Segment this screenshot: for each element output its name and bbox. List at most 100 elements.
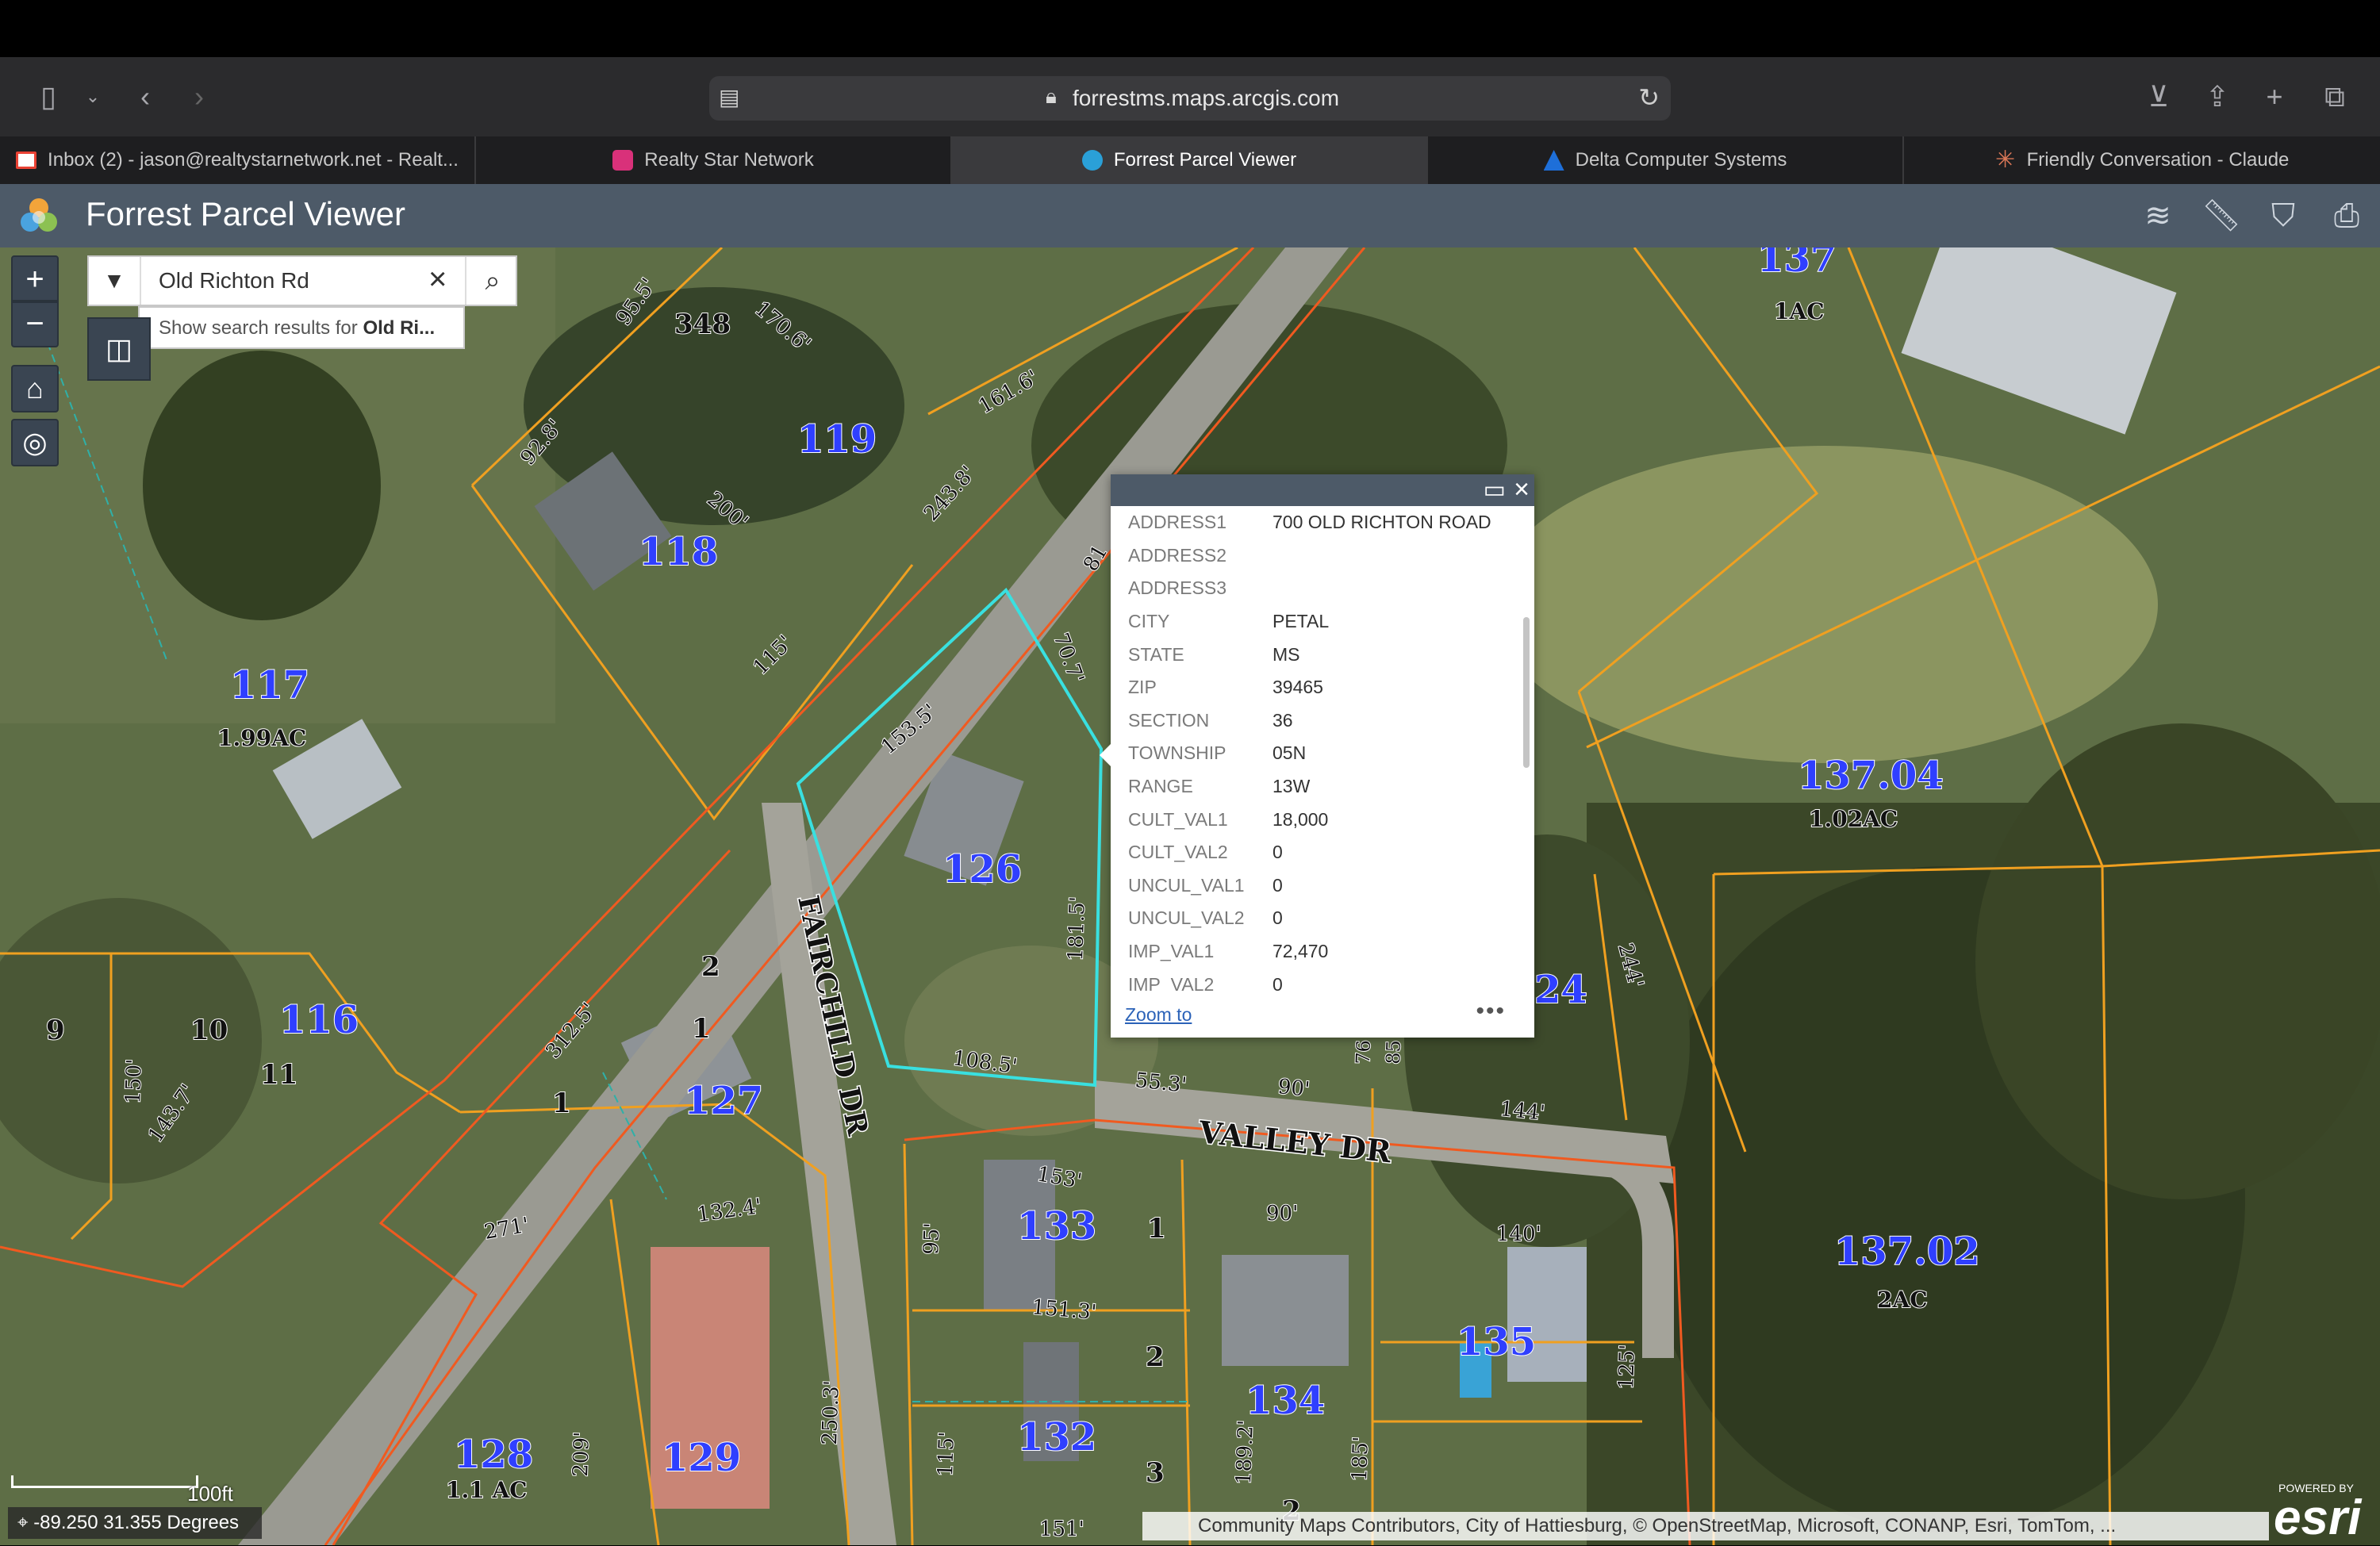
field-row: SECTION 36: [1111, 704, 1515, 738]
parcel-label[interactable]: 117: [229, 662, 310, 708]
field-row: ADDRESS2: [1111, 539, 1515, 573]
field-value: 36: [1273, 709, 1293, 731]
field-key: IMP_VAL1: [1128, 941, 1215, 962]
zoom-out-button[interactable]: −: [11, 301, 59, 347]
parcel-label[interactable]: 137: [1756, 247, 1837, 282]
parcel-label[interactable]: 135: [1456, 1319, 1537, 1365]
field-key: UNCUL_VAL2: [1128, 907, 1245, 929]
parcel-label[interactable]: 116: [278, 997, 359, 1043]
select-icon[interactable]: ⛉: [2259, 194, 2307, 238]
field-value: MS: [1273, 643, 1300, 665]
more-actions-button[interactable]: •••: [1476, 998, 1506, 1025]
dimension-label: 250.3': [818, 1380, 844, 1446]
swipe-tool-button[interactable]: ◫: [87, 317, 151, 381]
field-key: UNCUL_VAL1: [1128, 874, 1245, 896]
parcel-label[interactable]: 137.02: [1833, 1229, 1981, 1275]
acreage-label: 1.1 AC: [446, 1477, 527, 1503]
field-value: 72,470: [1273, 941, 1329, 962]
close-icon[interactable]: ×: [1514, 474, 1530, 505]
tab-gmail[interactable]: Inbox (2) - jason@realtystarnetwork.net …: [0, 136, 476, 184]
reload-icon[interactable]: ↻: [1638, 82, 1660, 113]
share-icon[interactable]: ⇪: [2198, 79, 2237, 114]
field-key: CULT_VAL2: [1128, 842, 1228, 863]
layers-icon[interactable]: ≋: [2134, 194, 2182, 238]
measure-icon[interactable]: 📏︎: [2198, 194, 2245, 238]
lot-label: 2: [701, 951, 720, 983]
swipe-icon: ◫: [105, 332, 132, 365]
dimension-label: 140': [1496, 1222, 1541, 1246]
address-bar[interactable]: ▤ 🔒︎ forrestms.maps.arcgis.com ↻: [709, 76, 1671, 121]
tab-delta[interactable]: Delta Computer Systems: [1428, 136, 1904, 184]
tab-claude[interactable]: ✳ Friendly Conversation - Claude: [1904, 136, 2380, 184]
clear-search-icon[interactable]: ×: [428, 262, 447, 297]
popup-pointer: [1100, 744, 1111, 766]
search-input[interactable]: Old Richton Rd: [159, 268, 309, 293]
forward-icon[interactable]: ›: [179, 79, 219, 114]
search-button[interactable]: ⌕: [465, 257, 519, 305]
dimension-label: 209': [569, 1431, 594, 1477]
print-icon[interactable]: ⎙: [2323, 194, 2370, 238]
tab-label: Delta Computer Systems: [1575, 149, 1787, 171]
lock-icon: 🔒︎: [1046, 84, 1057, 108]
parcel-label[interactable]: 129: [661, 1435, 742, 1481]
lot-label: 1: [692, 1013, 711, 1045]
parcel-label[interactable]: 132: [1016, 1414, 1097, 1460]
parcel-label[interactable]: 134: [1245, 1378, 1326, 1424]
new-tab-icon[interactable]: +: [2255, 79, 2294, 114]
field-row: IMP_VAL2 0: [1111, 968, 1515, 992]
parcel-label[interactable]: 24: [1534, 967, 1588, 1013]
lot-label: 1: [1147, 1213, 1166, 1245]
parcel-label[interactable]: 128: [453, 1432, 534, 1478]
esri-wordmark: esri: [2274, 1490, 2362, 1545]
parcel-label[interactable]: 127: [683, 1078, 764, 1124]
tab-realty-star[interactable]: Realty Star Network: [476, 136, 952, 184]
parcel-label[interactable]: 126: [942, 846, 1023, 892]
maximize-icon[interactable]: ▭: [1484, 476, 1506, 504]
esri-logo: POWERED BY esri: [2274, 1479, 2377, 1545]
acreage-label: 1AC: [1774, 298, 1825, 324]
locate-button[interactable]: ◎: [11, 419, 59, 466]
back-icon[interactable]: ‹: [125, 79, 165, 114]
field-row: ADDRESS1 700 OLD RICHTON ROAD: [1111, 506, 1515, 539]
home-button[interactable]: ⌂: [11, 365, 59, 412]
tab-label: Forrest Parcel Viewer: [1113, 149, 1297, 171]
locate-icon: ◎: [22, 426, 48, 458]
search-source-dropdown[interactable]: ▼: [89, 257, 141, 305]
search-suggestion[interactable]: Show search results for Old Ri...: [138, 306, 465, 349]
field-value: 05N: [1273, 742, 1307, 764]
coordinate-readout[interactable]: ⌖ -89.250 31.355 Degrees: [8, 1507, 262, 1539]
map-attribution[interactable]: Community Maps Contributors, City of Hat…: [1142, 1512, 2269, 1540]
parcel-label[interactable]: 118: [638, 529, 719, 575]
search-icon: ⌕: [485, 266, 501, 296]
window-top-bar: [0, 0, 2380, 57]
dimension-label: 150': [121, 1058, 147, 1104]
dimension-label: 90': [1276, 1075, 1311, 1102]
parcel-label[interactable]: 133: [1016, 1203, 1097, 1249]
chevron-down-icon[interactable]: ⌄: [73, 79, 113, 114]
acreage-label: 1.99AC: [217, 725, 306, 751]
scale-bar: [11, 1475, 198, 1488]
zoom-to-link[interactable]: Zoom to: [1125, 1004, 1192, 1026]
dimension-label: 185': [1348, 1436, 1373, 1482]
field-key: CITY: [1128, 611, 1170, 632]
tab-forrest-parcel-viewer[interactable]: Forrest Parcel Viewer: [952, 136, 1428, 184]
field-key: CULT_VAL1: [1128, 808, 1228, 830]
popup-fields: ADDRESS1 700 OLD RICHTON ROAD ADDRESS2 AD…: [1111, 506, 1515, 992]
field-key: RANGE: [1128, 776, 1193, 797]
parcel-label[interactable]: 137.04: [1797, 753, 1944, 799]
field-key: ADDRESS3: [1128, 577, 1226, 599]
dimension-label: 76: [1352, 1040, 1375, 1065]
url-text[interactable]: forrestms.maps.arcgis.com: [1073, 86, 1339, 111]
tab-overview-icon[interactable]: ⧉: [2315, 79, 2355, 114]
app-header: Forrest Parcel Viewer ≋ 📏︎ ⛉ ⎙: [0, 184, 2380, 247]
parcel-label[interactable]: 119: [797, 416, 877, 462]
home-icon: ⌂: [26, 372, 44, 405]
sidebar-icon[interactable]: ▯: [29, 79, 68, 114]
download-icon[interactable]: ⊻: [2139, 79, 2178, 114]
dimension-label: 151': [1039, 1517, 1084, 1541]
page-settings-icon[interactable]: ▤: [719, 84, 739, 110]
lot-label: 1: [552, 1088, 571, 1119]
popup-scrollbar[interactable]: [1523, 617, 1530, 768]
field-row: CULT_VAL1 18,000: [1111, 803, 1515, 836]
zoom-in-button[interactable]: +: [11, 255, 59, 301]
